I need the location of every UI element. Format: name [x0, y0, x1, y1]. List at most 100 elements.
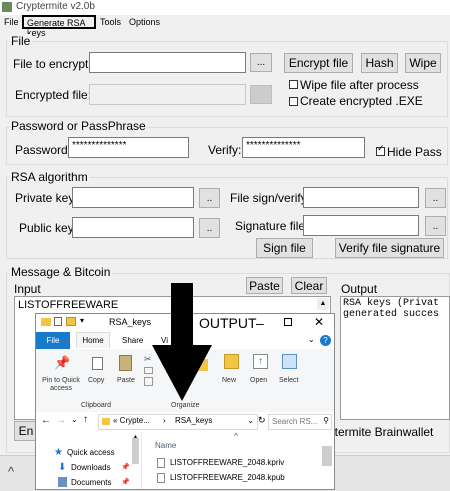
overlay-dash: – — [256, 315, 264, 331]
address-crumb-parent[interactable]: « Crypte... — [113, 416, 150, 425]
app-title-bar: Cryptermite v2.0b — [0, 0, 450, 15]
select-label[interactable]: Select — [279, 377, 298, 384]
menu-bar: File Generate RSA keys Tools Options — [0, 15, 450, 38]
nav-downloads[interactable]: Downloads — [71, 463, 111, 472]
rsa-group-title: RSA algorithm — [9, 170, 90, 184]
refresh-icon[interactable]: ↻ — [258, 415, 266, 426]
paste-icon[interactable] — [119, 355, 132, 371]
private-key-browse-button[interactable]: .. — [199, 188, 220, 208]
address-separator-icon: › — [163, 416, 166, 425]
tab-file[interactable]: File — [36, 332, 70, 349]
menu-tools[interactable]: Tools — [100, 17, 121, 27]
close-icon[interactable]: ✕ — [314, 315, 324, 329]
downloads-icon: ⬇ — [58, 462, 67, 473]
chevron-up-icon[interactable]: ^ — [8, 464, 14, 479]
create-exe-checkbox[interactable] — [289, 97, 298, 106]
input-text: LISTOFFREEWARE — [18, 299, 119, 311]
clear-button[interactable]: Clear — [291, 277, 327, 294]
clipboard-group-label: Clipboard — [81, 402, 111, 409]
select-icon[interactable] — [282, 354, 297, 369]
maximize-icon[interactable] — [284, 318, 292, 326]
password-group-title: Password or PassPhrase — [9, 119, 148, 133]
address-dropdown-icon[interactable]: ⌄ — [247, 416, 254, 425]
menu-options[interactable]: Options — [129, 17, 160, 27]
up-arrow-icon[interactable]: ↑ — [83, 414, 88, 425]
wipe-after-checkbox[interactable] — [289, 80, 298, 89]
sign-file-button[interactable]: Sign file — [256, 238, 313, 258]
file-kpub-icon — [157, 473, 165, 483]
help-icon[interactable]: ? — [320, 335, 331, 346]
file-sign-verify-input[interactable] — [303, 187, 419, 208]
paste-button[interactable]: Paste — [246, 277, 283, 294]
verify-input[interactable]: ************** — [242, 137, 365, 158]
private-key-label: Private key: — [15, 191, 78, 205]
public-key-browse-button[interactable]: .. — [199, 218, 220, 238]
nav-scrollbar[interactable] — [132, 438, 139, 464]
column-header-name[interactable]: Name — [155, 441, 176, 450]
menu-generate-rsa-keys[interactable]: Generate RSA keys — [22, 15, 96, 38]
ribbon-collapse-icon[interactable]: ⌄ — [308, 335, 315, 344]
pin-label[interactable]: Pin to Quick access — [38, 377, 84, 393]
verify-label: Verify: — [208, 143, 242, 157]
new-folder-ribbon-icon[interactable] — [224, 354, 239, 369]
address-folder-icon — [102, 418, 110, 425]
encrypted-browse-button — [250, 85, 272, 104]
nav-quick-access[interactable]: Quick access — [67, 448, 115, 457]
encrypt-file-button[interactable]: Encrypt file — [284, 53, 353, 73]
search-placeholder: Search RS... — [272, 417, 318, 426]
output-text: RSA keys (Privat generated succes — [343, 298, 440, 320]
open-label[interactable]: Open — [250, 377, 267, 384]
documents-icon — [58, 477, 67, 487]
public-key-label: Public key: — [19, 221, 78, 235]
file-to-encrypt-label: File to encrypt: — [13, 57, 92, 71]
address-crumb-current[interactable]: RSA_keys — [175, 416, 212, 425]
open-icon[interactable]: ↑ — [253, 354, 268, 369]
input-label: Input — [14, 282, 41, 296]
file-row-kpub[interactable]: LISTOFFREEWARE_2048.kpub — [170, 473, 285, 482]
private-key-input[interactable] — [72, 187, 194, 208]
verify-signature-button[interactable]: Verify file signature — [335, 238, 444, 258]
file-to-encrypt-input[interactable] — [89, 52, 246, 73]
nav-documents[interactable]: Documents — [71, 478, 111, 487]
hide-pass-check-mark: ✓ — [377, 143, 385, 153]
create-exe-label: Create encrypted .EXE — [300, 94, 423, 108]
recent-dropdown-icon[interactable]: ⌄ — [71, 415, 78, 424]
sign-verify-browse-button[interactable]: .. — [425, 188, 446, 208]
new-label[interactable]: New — [222, 377, 236, 384]
input-scrollbar-up[interactable]: ▲ — [317, 298, 329, 310]
explorer-title: RSA_keys — [109, 317, 152, 327]
browse-file-button[interactable]: ... — [250, 53, 272, 72]
arrow-head — [152, 345, 212, 401]
file-row-kpriv[interactable]: LISTOFFREEWARE_2048.kpriv — [170, 458, 284, 467]
file-sign-verify-label: File sign/verify: — [230, 191, 311, 205]
output-textarea[interactable]: RSA keys (Privat generated succes — [340, 296, 450, 420]
copy-label[interactable]: Copy — [88, 377, 104, 384]
encrypted-file-input — [89, 84, 246, 105]
file-list-scrollbar[interactable] — [322, 446, 332, 466]
search-field[interactable]: Search RS... ⚲ — [268, 414, 332, 430]
password-label: Password: — [15, 143, 72, 157]
password-input[interactable]: ************** — [68, 137, 189, 158]
quick-access-dropdown-icon[interactable]: ▾ — [80, 316, 84, 325]
new-folder-icon[interactable] — [66, 317, 76, 326]
pin-icon[interactable]: 📌 — [54, 355, 70, 370]
tab-home[interactable]: Home — [76, 332, 110, 348]
wipe-after-label: Wipe file after process — [300, 78, 419, 92]
hash-button[interactable]: Hash — [361, 53, 398, 73]
copy-icon[interactable] — [92, 357, 103, 370]
forward-arrow-icon[interactable]: → — [56, 415, 66, 426]
address-field[interactable]: « Crypte... › RSA_keys ⌄ — [98, 414, 258, 430]
properties-icon[interactable] — [54, 317, 62, 326]
tab-share[interactable]: Share — [122, 336, 143, 345]
sort-up-icon[interactable]: ^ — [234, 432, 238, 441]
paste-label[interactable]: Paste — [117, 377, 135, 384]
public-key-input[interactable] — [72, 217, 194, 238]
back-arrow-icon[interactable]: ← — [41, 415, 51, 426]
signature-file-input[interactable] — [303, 215, 419, 236]
signature-browse-button[interactable]: .. — [425, 216, 446, 236]
menu-file[interactable]: File — [4, 17, 19, 27]
encrypted-file-label: Encrypted file: — [15, 88, 92, 102]
wipe-button[interactable]: Wipe — [405, 53, 441, 73]
file-list: ^ Name LISTOFFREEWARE_2048.kpriv LISTOFF… — [142, 432, 334, 489]
documents-pin-icon: 📌 — [121, 479, 130, 486]
